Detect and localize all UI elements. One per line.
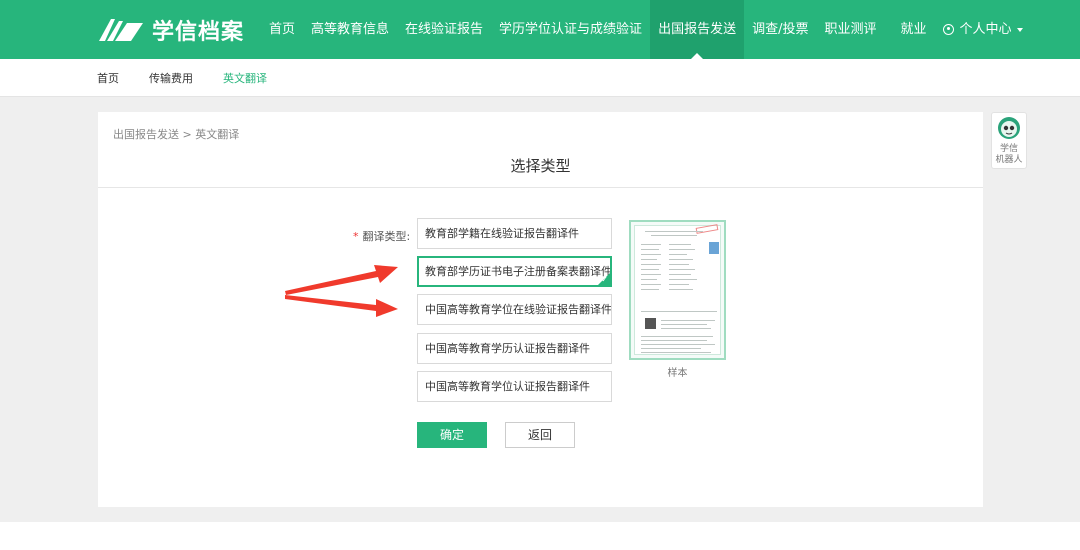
book-logo-icon	[99, 19, 143, 41]
sub-nav: 首页 传输费用 英文翻译	[97, 59, 297, 97]
confirm-button[interactable]: 确定	[417, 422, 487, 448]
page-title: 选择类型	[510, 157, 571, 175]
main-nav: 首页 高等教育信息 在线验证报告 学历学位认证与成绩验证 出国报告发送 调查/投…	[261, 0, 1031, 59]
option-education-certification-report[interactable]: 中国高等教育学历认证报告翻译件	[417, 333, 612, 364]
sample-document-page	[634, 224, 721, 355]
chevron-down-icon	[1016, 27, 1023, 32]
assistant-robot-widget[interactable]: 学信 机器人	[991, 112, 1027, 169]
checkmark-icon: ✓	[601, 275, 608, 284]
required-mark: *	[353, 230, 359, 243]
user-center-menu[interactable]: 个人中心	[935, 0, 1031, 59]
qr-code-icon	[645, 318, 656, 329]
brand-name: 学信档案	[152, 20, 245, 45]
nav-employment[interactable]: 就业	[892, 0, 934, 59]
arrow-upper	[285, 265, 398, 295]
breadcrumb[interactable]: 出国报告发送 > 英文翻译	[113, 126, 239, 142]
robot-label-line2: 机器人	[995, 155, 1023, 165]
select-type-card: 出国报告发送 > 英文翻译 选择类型 * 翻译类型: 教育部学籍在线验证报告翻译件…	[98, 112, 983, 507]
user-center-label: 个人中心	[959, 22, 1012, 37]
footer-area	[0, 522, 1080, 550]
subnav-home[interactable]: 首页	[97, 70, 119, 86]
photo-placeholder	[709, 242, 719, 254]
subnav-transfer-fee[interactable]: 传输费用	[149, 70, 193, 86]
sample-caption: 样本	[667, 368, 688, 379]
top-navigation-bar: 学信档案 首页 高等教育信息 在线验证报告 学历学位认证与成绩验证 出国报告发送…	[0, 0, 1080, 59]
translation-type-label: * 翻译类型:	[353, 228, 410, 244]
stamp-mark	[695, 224, 719, 234]
sub-navigation-bar: 首页 传输费用 英文翻译	[0, 59, 1080, 97]
nav-career-assessment[interactable]: 职业测评	[816, 0, 884, 59]
nav-survey-vote[interactable]: 调查/投票	[744, 0, 816, 59]
nav-home[interactable]: 首页	[261, 0, 303, 59]
field-label-text: 翻译类型:	[362, 230, 411, 243]
nav-higher-education-info[interactable]: 高等教育信息	[303, 0, 397, 59]
arrow-lower	[285, 295, 398, 317]
back-button[interactable]: 返回	[505, 422, 575, 448]
brand-logo[interactable]: 学信档案	[97, 14, 244, 46]
option-label: 教育部学历证书电子注册备案表翻译件	[425, 265, 612, 278]
nav-degree-certification[interactable]: 学历学位认证与成绩验证	[491, 0, 650, 59]
sample-document-thumbnail[interactable]	[629, 220, 726, 360]
option-student-status-report[interactable]: 教育部学籍在线验证报告翻译件	[417, 218, 612, 249]
robot-avatar-icon	[998, 117, 1020, 139]
option-degree-verification-report[interactable]: 中国高等教育学位在线验证报告翻译件	[417, 294, 612, 325]
title-divider	[98, 187, 983, 188]
subnav-english-translation[interactable]: 英文翻译	[223, 70, 267, 86]
annotation-arrows	[285, 265, 398, 317]
option-degree-certification-report[interactable]: 中国高等教育学位认证报告翻译件	[417, 371, 612, 402]
option-diploma-registration-form[interactable]: 教育部学历证书电子注册备案表翻译件 ✓	[417, 256, 612, 287]
robot-label-line1: 学信	[999, 144, 1018, 154]
user-circle-icon	[942, 24, 954, 35]
nav-overseas-report-sending[interactable]: 出国报告发送	[650, 0, 745, 59]
nav-online-verification-report[interactable]: 在线验证报告	[397, 0, 491, 59]
